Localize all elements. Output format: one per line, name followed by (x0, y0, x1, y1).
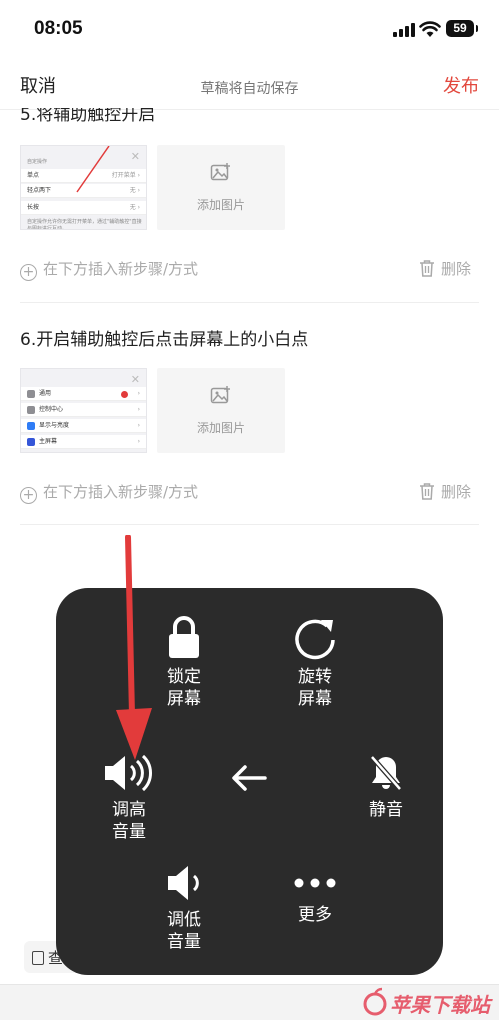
nav-bar: 取消 草稿将自动保存 发布 (0, 60, 499, 110)
notification-badge (121, 391, 128, 398)
thumb-row: 显示与亮度 › (21, 419, 146, 433)
status-bar: 08:05 59 (0, 0, 499, 60)
thumb-row: 控制中心 › (21, 403, 146, 417)
draft-autosave-notice: 草稿将自动保存 (200, 81, 299, 97)
back-button[interactable] (194, 763, 304, 793)
thumb-row: 主屏幕 › (21, 435, 146, 449)
lock-icon (169, 616, 199, 658)
add-image-button[interactable]: 添加图片 (157, 368, 285, 453)
delete-step-button[interactable]: 删除 (419, 481, 471, 502)
cellular-signal-icon (393, 23, 417, 37)
more-button[interactable]: 更多 (260, 868, 370, 926)
rotate-screen-button[interactable]: 旋转 屏幕 (260, 616, 370, 710)
status-time: 08:05 (34, 18, 83, 39)
add-image-icon (210, 163, 230, 181)
delete-step-button[interactable]: 删除 (419, 258, 471, 279)
back-arrow-icon (232, 765, 267, 791)
step-6-image-thumbnail[interactable]: ✕ 通用 › 控制中心 › 显示与亮度 › 主屏幕 › (20, 368, 147, 453)
insert-step-button[interactable]: + 在下方插入新步骤/方式 (20, 481, 198, 504)
remove-image-icon[interactable]: ✕ (131, 373, 140, 386)
plus-circle-icon: + (20, 264, 37, 281)
bell-mute-icon (370, 755, 402, 791)
add-image-button[interactable]: 添加图片 (157, 145, 285, 230)
apple-logo-icon (363, 987, 387, 1016)
rotate-icon (295, 619, 335, 660)
more-dots-icon (294, 878, 336, 888)
wifi-icon (419, 21, 441, 37)
publish-button[interactable]: 发布 (443, 72, 479, 98)
volume-down-icon (168, 866, 199, 900)
step-6-title[interactable]: 6.开启辅助触控后点击屏幕上的小白点 (20, 325, 308, 350)
mute-label: 静音 (369, 800, 403, 820)
mute-button[interactable]: 静音 (331, 753, 441, 821)
watermark-logo: 苹果下载站 (360, 985, 495, 1020)
divider (20, 302, 479, 303)
volume-down-button[interactable]: 调低 音量 (129, 863, 239, 953)
remove-image-icon[interactable]: ✕ (131, 150, 140, 163)
divider (20, 524, 479, 525)
battery-icon: 59 (446, 20, 478, 37)
trash-icon (420, 483, 434, 500)
rotate-screen-label: 旋转 屏幕 (298, 667, 332, 709)
volume-down-label: 调低 音量 (167, 910, 201, 952)
add-image-label: 添加图片 (196, 198, 245, 212)
document-icon (32, 951, 44, 965)
volume-up-label: 调高 音量 (112, 800, 146, 842)
trash-icon (420, 260, 434, 277)
annotation-arrow-icon (76, 146, 110, 193)
annotation-arrow-icon (116, 535, 152, 760)
add-image-label: 添加图片 (196, 421, 245, 435)
plus-circle-icon: + (20, 487, 37, 504)
thumb-header: 自定操作 (27, 159, 48, 165)
step-5-image-thumbnail[interactable]: 自定操作 ✕ 单点 打开菜单 › 轻点两下无 › 长按无 › 自定操作允许你无需打… (20, 145, 147, 230)
more-label: 更多 (298, 905, 332, 925)
thumb-row: 长按无 › (21, 201, 146, 215)
insert-step-button[interactable]: + 在下方插入新步骤/方式 (20, 258, 198, 281)
add-image-icon (210, 386, 230, 404)
thumb-caption: 自定操作允许你无需打开菜单，通过"辅助触控"直接与图标进行互动。 (27, 219, 142, 230)
